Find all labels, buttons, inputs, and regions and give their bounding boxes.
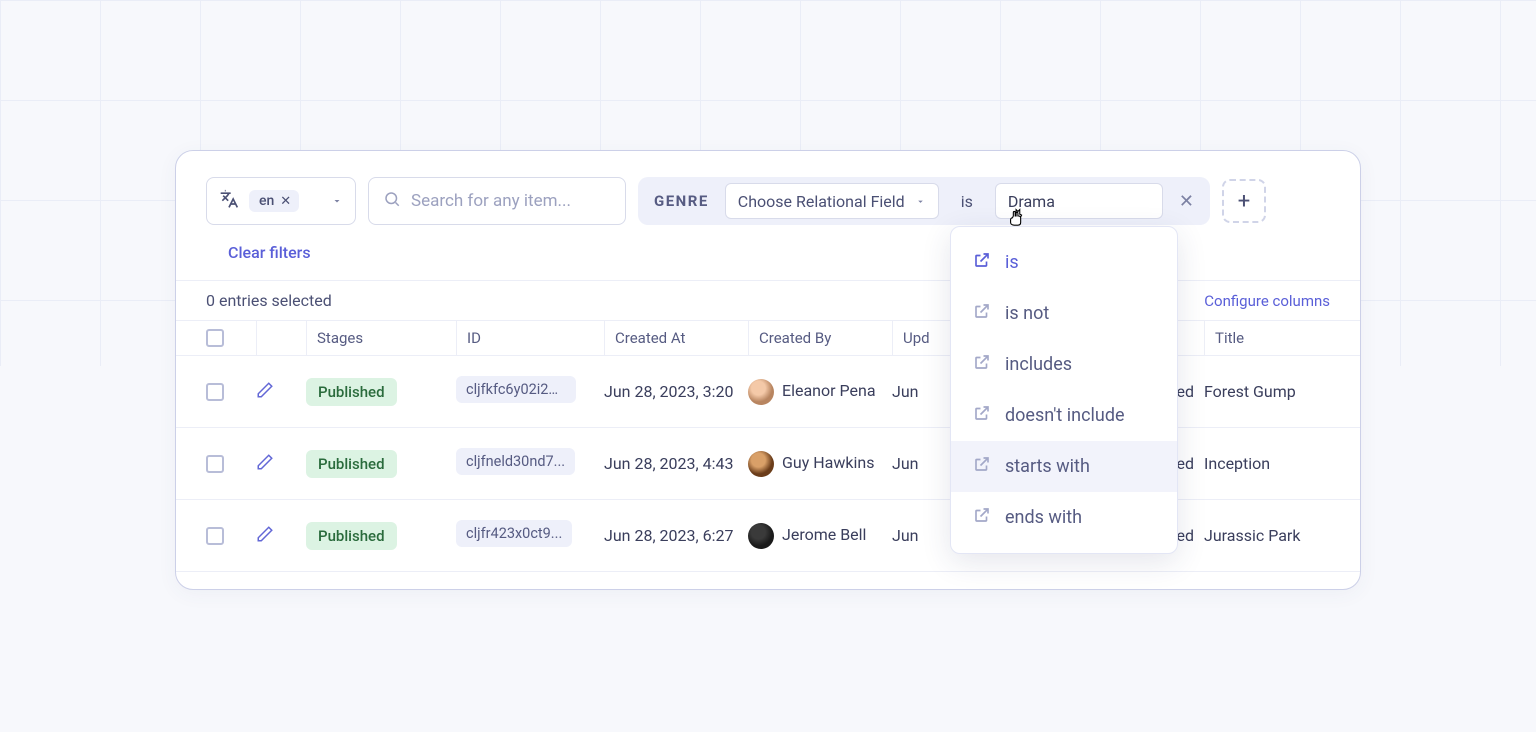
created-by-cell: Eleanor Pena (748, 379, 892, 405)
created-by-cell: Jerome Bell (748, 523, 892, 549)
language-code: en (259, 193, 274, 209)
column-header-stages[interactable]: Stages (306, 321, 456, 355)
dropdown-option-label: doesn't include (1005, 405, 1125, 426)
stage-badge: Published (306, 522, 397, 550)
search-icon (383, 190, 401, 212)
row-checkbox[interactable] (206, 455, 224, 473)
title-cell: Jurassic Park (1204, 526, 1330, 545)
external-link-icon (973, 302, 991, 325)
edit-icon[interactable] (256, 528, 274, 547)
dropdown-option[interactable]: is not (951, 288, 1177, 339)
entries-table: Stages ID Created At Created By Upd Titl… (176, 320, 1360, 572)
remove-language-icon[interactable]: ✕ (280, 194, 291, 209)
relational-field-placeholder: Choose Relational Field (738, 192, 905, 211)
translate-icon (219, 189, 239, 213)
table-row[interactable]: Published cljfkfc6y02i20... Jun 28, 2023… (176, 356, 1360, 428)
created-at-cell: Jun 28, 2023, 3:20 (604, 382, 748, 401)
operator-value: is (961, 192, 973, 211)
entries-selected-text: 0 entries selected (206, 291, 332, 310)
dropdown-option-label: starts with (1005, 456, 1090, 477)
avatar (748, 379, 774, 405)
external-link-icon (973, 404, 991, 427)
external-link-icon (973, 251, 991, 274)
filter-group-genre: GENRE Choose Relational Field is ✕ (638, 177, 1210, 225)
table-header-row: Stages ID Created At Created By Upd Titl… (176, 320, 1360, 356)
dropdown-option[interactable]: ends with (951, 492, 1177, 543)
dropdown-option-label: is not (1005, 303, 1049, 324)
title-cell: Inception (1204, 454, 1330, 473)
id-chip[interactable]: cljfneld30nd7... (456, 448, 575, 475)
remove-filter-icon[interactable]: ✕ (1173, 191, 1200, 212)
add-filter-button[interactable]: + (1222, 179, 1266, 223)
table-info-bar: 0 entries selected Configure columns (176, 280, 1360, 320)
configure-columns-link[interactable]: Configure columns (1204, 292, 1330, 310)
stage-badge: Published (306, 450, 397, 478)
chevron-down-icon (331, 192, 343, 211)
dropdown-option[interactable]: doesn't include (951, 390, 1177, 441)
external-link-icon (973, 455, 991, 478)
column-header-created-at[interactable]: Created At (604, 321, 748, 355)
edit-icon[interactable] (256, 456, 274, 475)
plus-icon: + (1238, 189, 1250, 214)
dropdown-option[interactable]: is (951, 237, 1177, 288)
created-at-cell: Jun 28, 2023, 4:43 (604, 454, 748, 473)
row-checkbox[interactable] (206, 383, 224, 401)
column-header-created-by[interactable]: Created By (748, 321, 892, 355)
edit-icon[interactable] (256, 384, 274, 403)
relational-field-select[interactable]: Choose Relational Field (725, 183, 939, 219)
filter-label: GENRE (648, 192, 715, 210)
dropdown-option-label: is (1005, 252, 1019, 273)
dropdown-option-label: ends with (1005, 507, 1082, 528)
id-chip[interactable]: cljfr423x0ct9... (456, 520, 572, 547)
created-at-cell: Jun 28, 2023, 6:27 (604, 526, 748, 545)
select-all-checkbox[interactable] (206, 329, 224, 347)
avatar (748, 451, 774, 477)
dropdown-option-label: includes (1005, 354, 1072, 375)
column-header-id[interactable]: ID (456, 321, 604, 355)
dropdown-option[interactable]: starts with (951, 441, 1177, 492)
table-row[interactable]: Published cljfneld30nd7... Jun 28, 2023,… (176, 428, 1360, 500)
search-box[interactable] (368, 177, 626, 225)
language-selector[interactable]: en ✕ (206, 177, 356, 225)
title-cell: Forest Gump (1204, 382, 1330, 401)
external-link-icon (973, 353, 991, 376)
cursor-pointer-icon (1006, 205, 1028, 232)
dropdown-option[interactable]: includes (951, 339, 1177, 390)
stage-badge: Published (306, 378, 397, 406)
toolbar: en ✕ GENRE Choose Relational Field is (176, 177, 1360, 243)
content-panel: en ✕ GENRE Choose Relational Field is (175, 150, 1361, 590)
table-row[interactable]: Published cljfr423x0ct9... Jun 28, 2023,… (176, 500, 1360, 572)
row-checkbox[interactable] (206, 527, 224, 545)
operator-dropdown: is is not includes doesn't include starts wi… (950, 226, 1178, 554)
language-chip[interactable]: en ✕ (249, 190, 299, 212)
column-header-title[interactable]: Title (1204, 321, 1330, 355)
avatar (748, 523, 774, 549)
clear-filters-link[interactable]: Clear filters (176, 243, 341, 262)
chevron-down-icon (915, 196, 926, 207)
created-by-cell: Guy Hawkins (748, 451, 892, 477)
external-link-icon (973, 506, 991, 529)
operator-select[interactable]: is (949, 183, 985, 219)
id-chip[interactable]: cljfkfc6y02i20... (456, 376, 576, 403)
search-input[interactable] (411, 191, 611, 211)
